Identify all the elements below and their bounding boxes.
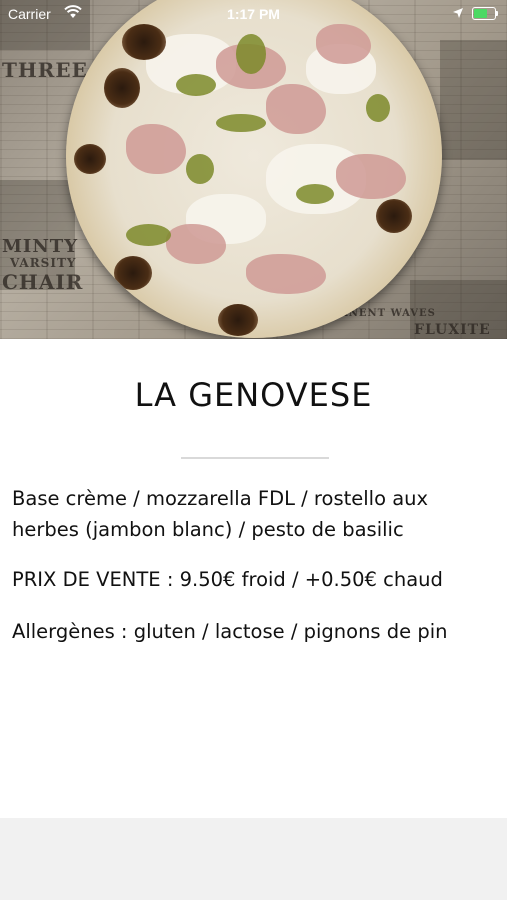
clock: 1:17 PM [227,6,280,22]
product-description: Base crème / mozzarella FDL / rostello a… [12,487,429,541]
status-bar: Carrier 1:17 PM [0,0,507,28]
newspaper-block [440,40,507,160]
pizza-icon [66,0,442,338]
newspaper-text: CHAIR [2,270,84,294]
title-divider [181,457,329,459]
pizza-image: THREE NUNS MINTY VARSITY CHAIR FLUXITE A… [0,0,507,339]
product-title: LA GENOVESE [134,376,373,414]
bottom-bar [0,818,507,900]
product-price: PRIX DE VENTE : 9.50€ froid / +0.50€ cha… [12,568,443,591]
newspaper-text: VARSITY [10,256,77,270]
product-allergens: Allergènes : gluten / lactose / pignons … [12,620,448,643]
newspaper-text: FLUXITE [414,322,491,338]
location-arrow-icon [452,6,464,22]
battery-icon [472,7,496,20]
newspaper-text: MINTY [2,236,79,257]
battery-tip [496,11,498,16]
